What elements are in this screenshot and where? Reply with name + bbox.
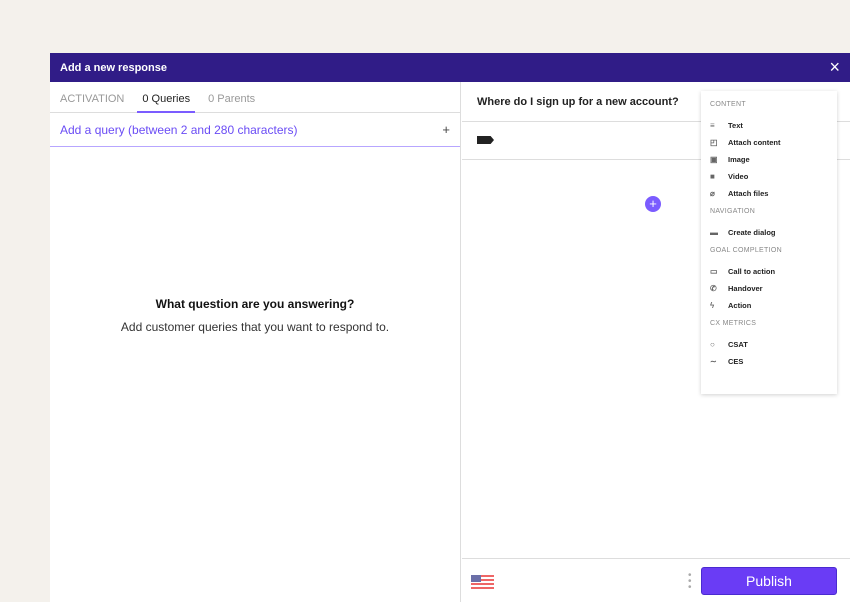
add-response-modal: Add a new response × ACTIVATION 0 Querie… — [50, 53, 850, 602]
text-icon: ≡ — [710, 121, 715, 130]
menu-item-label: Video — [728, 172, 749, 181]
menu-item-label: Attach files — [728, 189, 769, 198]
response-panel: Where do I sign up for a new account? + … — [462, 82, 850, 602]
menu-item-label: Call to action — [728, 267, 776, 276]
add-query-input[interactable]: Add a query (between 2 and 280 character… — [50, 113, 460, 147]
tab-parents[interactable]: 0 Parents — [208, 82, 255, 113]
image-icon: ▣ — [710, 155, 718, 164]
query-placeholder: Add a query (between 2 and 280 character… — [60, 122, 298, 137]
call-to-action-icon: ▭ — [710, 267, 718, 276]
menu-section-title: GOAL COMPLETION — [710, 247, 782, 254]
add-content-button[interactable]: + — [645, 196, 661, 212]
menu-item-label: CES — [728, 357, 744, 366]
csat-icon: ○ — [710, 340, 715, 349]
menu-item-attach-files[interactable]: ⌀ Attach files — [710, 185, 828, 202]
menu-item-call-to-action[interactable]: ▭ Call to action — [710, 263, 828, 280]
empty-title: What question are you answering? — [155, 297, 355, 311]
close-icon[interactable]: × — [829, 58, 840, 76]
menu-section-title: CX METRICS — [710, 320, 757, 327]
action-icon: ϟ — [710, 301, 715, 310]
menu-item-text[interactable]: ≡ Text — [710, 117, 828, 134]
tab-activation[interactable]: ACTIVATION — [60, 82, 124, 113]
menu-item-label: Text — [728, 121, 743, 130]
tag-icon[interactable] — [477, 136, 494, 144]
menu-item-ces[interactable]: ∼ CES — [710, 353, 828, 370]
menu-item-video[interactable]: ■ Video — [710, 168, 828, 185]
modal-header: Add a new response × — [50, 53, 850, 82]
empty-state: What question are you answering? Add cus… — [50, 297, 460, 334]
menu-item-label: Image — [728, 155, 750, 164]
empty-subtitle: Add customer queries that you want to re… — [120, 320, 390, 334]
publish-button[interactable]: Publish — [701, 567, 837, 595]
video-icon: ■ — [710, 172, 715, 181]
queries-panel: ACTIVATION 0 Queries 0 Parents Add a que… — [50, 82, 461, 602]
ces-icon: ∼ — [710, 357, 717, 366]
menu-item-csat[interactable]: ○ CSAT — [710, 336, 828, 353]
menu-item-label: Handover — [728, 284, 763, 293]
menu-item-image[interactable]: ▣ Image — [710, 151, 828, 168]
handover-icon: ✆ — [710, 284, 717, 293]
more-options-icon[interactable]: • • • — [688, 571, 692, 593]
menu-item-handover[interactable]: ✆ Handover — [710, 280, 828, 297]
menu-section-title: NAVIGATION — [710, 208, 756, 215]
menu-item-create-dialog[interactable]: ▬ Create dialog — [710, 224, 828, 241]
content-menu: CONTENT ≡ Text ◰ Attach content ▣ Image ■ Video ⌀… — [701, 91, 837, 394]
add-query-plus-icon[interactable]: + — [442, 122, 450, 137]
menu-item-action[interactable]: ϟ Action — [710, 297, 828, 314]
footer: • • • Publish — [462, 558, 850, 602]
us-flag-icon[interactable] — [471, 575, 494, 589]
menu-item-label: Create dialog — [728, 228, 776, 237]
tab-queries[interactable]: 0 Queries — [137, 82, 196, 113]
create-dialog-icon: ▬ — [710, 228, 718, 237]
attach-content-icon: ◰ — [710, 138, 718, 147]
menu-item-label: Attach content — [728, 138, 781, 147]
menu-item-label: Action — [728, 301, 752, 310]
attach-files-icon: ⌀ — [710, 189, 715, 198]
modal-title: Add a new response — [60, 61, 167, 74]
menu-section-title: CONTENT — [710, 101, 746, 108]
tab-bar: ACTIVATION 0 Queries 0 Parents — [50, 82, 460, 113]
menu-item-label: CSAT — [728, 340, 748, 349]
menu-item-attach-content[interactable]: ◰ Attach content — [710, 134, 828, 151]
